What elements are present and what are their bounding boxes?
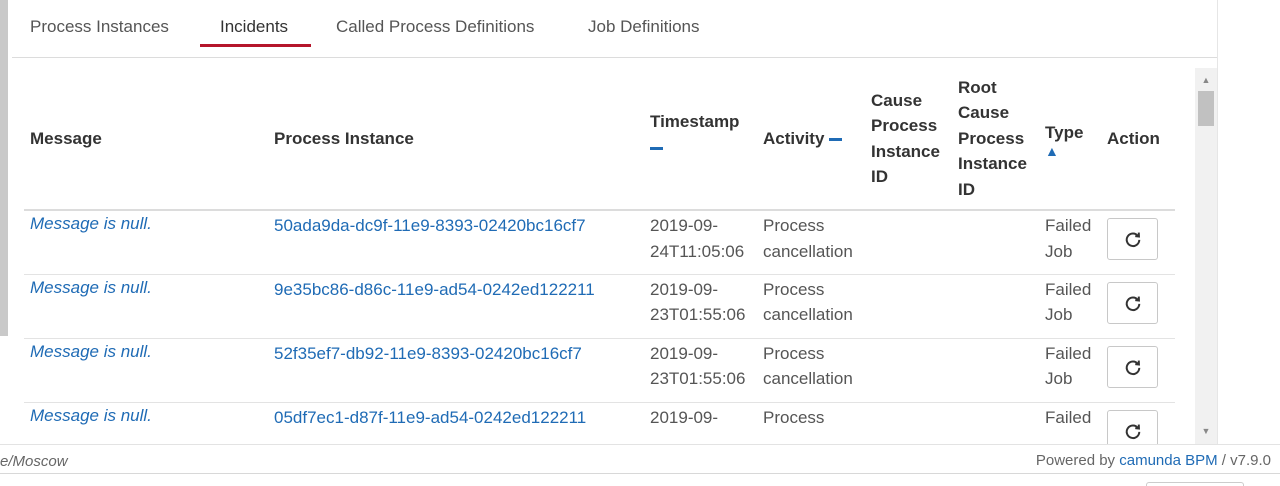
incident-message[interactable]: Message is null. [24, 274, 268, 339]
cause-process-instance-cell [865, 338, 952, 403]
footer-powered-by: Powered by camunda BPM / v7.9.0 [1035, 452, 1271, 469]
incidents-table-container: Message Process Instance Timestamp Activ… [12, 68, 1217, 444]
column-header-action: Action [1101, 68, 1175, 211]
type-cell: Failed Job [1039, 274, 1101, 339]
retry-button[interactable] [1107, 345, 1158, 388]
table-row: Message is null. 05df7ec1-d87f-11e9-ad54… [24, 402, 1175, 444]
process-instance-cell: 52f35ef7-db92-11e9-8393-02420bc16cf7 [268, 338, 644, 403]
refresh-icon [1125, 232, 1140, 248]
footer: e/Moscow Powered by camunda BPM / v7.9.0 [0, 444, 1280, 474]
scroll-up-arrow-icon[interactable]: ▲ [1200, 75, 1212, 85]
tab-bar: Process Instances Incidents Called Proce… [12, 0, 1217, 58]
root-cause-process-instance-cell [952, 274, 1039, 339]
tab-called-process-definitions[interactable]: Called Process Definitions [336, 17, 534, 37]
partial-button[interactable] [1146, 482, 1244, 486]
retry-button[interactable] [1107, 409, 1158, 444]
timestamp-cell: 2019-09- [644, 402, 757, 444]
sort-none-icon[interactable] [829, 137, 843, 141]
root-cause-process-instance-cell [952, 210, 1039, 275]
table-row: Message is null. 52f35ef7-db92-11e9-8393… [24, 338, 1175, 403]
content-right-border [1217, 0, 1218, 444]
activity-cell: Process cancellation [757, 274, 865, 339]
timestamp-cell: 2019-09- 23T01:55:06 [644, 338, 757, 403]
type-cell: Failed Job [1039, 210, 1101, 275]
process-instance-link[interactable]: 9e35bc86-d86c-11e9-ad54-0242ed122211 [274, 280, 595, 299]
process-instance-cell: 05df7ec1-d87f-11e9-ad54-0242ed122211 [268, 402, 644, 444]
column-header-message[interactable]: Message [24, 68, 268, 211]
process-instance-cell: 9e35bc86-d86c-11e9-ad54-0242ed122211 [268, 274, 644, 339]
cause-process-instance-cell [865, 274, 952, 339]
tab-process-instances[interactable]: Process Instances [30, 17, 169, 37]
incident-message[interactable]: Message is null. [24, 338, 268, 403]
left-panel-edge [0, 0, 8, 336]
refresh-icon [1125, 359, 1140, 375]
footer-timezone: e/Moscow [0, 453, 68, 470]
process-instance-link[interactable]: 05df7ec1-d87f-11e9-ad54-0242ed122211 [274, 408, 586, 427]
table-row: Message is null. 50ada9da-dc9f-11e9-8393… [24, 210, 1175, 275]
table-header-row: Message Process Instance Timestamp Activ… [24, 68, 1175, 211]
incident-message[interactable]: Message is null. [24, 402, 268, 444]
incidents-table: Message Process Instance Timestamp Activ… [24, 68, 1175, 444]
process-instance-cell: 50ada9da-dc9f-11e9-8393-02420bc16cf7 [268, 210, 644, 275]
sort-ascending-icon[interactable]: ▲ [1045, 144, 1095, 158]
timestamp-cell: 2019-09- 24T11:05:06 [644, 210, 757, 275]
table-row: Message is null. 9e35bc86-d86c-11e9-ad54… [24, 274, 1175, 339]
column-header-timestamp[interactable]: Timestamp [644, 68, 757, 211]
action-cell [1101, 402, 1175, 444]
activity-cell: Process cancellation [757, 210, 865, 275]
activity-cell: Process [757, 402, 865, 444]
timestamp-cell: 2019-09- 23T01:55:06 [644, 274, 757, 339]
scroll-down-arrow-icon[interactable]: ▼ [1200, 426, 1212, 436]
type-cell: Failed Job [1039, 338, 1101, 403]
tab-job-definitions[interactable]: Job Definitions [588, 17, 700, 37]
active-tab-indicator [200, 44, 311, 47]
column-header-cause-process-instance-id: Cause Process Instance ID [865, 68, 952, 211]
column-header-activity[interactable]: Activity [757, 68, 865, 211]
camunda-bpm-link[interactable]: camunda BPM [1119, 452, 1217, 469]
page: Process Instances Incidents Called Proce… [0, 0, 1280, 486]
action-cell [1101, 274, 1175, 339]
refresh-icon [1125, 423, 1140, 439]
retry-button[interactable] [1107, 218, 1158, 260]
action-cell [1101, 338, 1175, 403]
action-cell [1101, 210, 1175, 275]
type-cell: Failed [1039, 402, 1101, 444]
footer-version: / v7.9.0 [1221, 452, 1271, 469]
column-header-process-instance[interactable]: Process Instance [268, 68, 644, 211]
root-cause-process-instance-cell [952, 338, 1039, 403]
incident-message[interactable]: Message is null. [24, 210, 268, 275]
scrollbar-thumb[interactable] [1198, 91, 1214, 126]
column-header-root-cause-process-instance-id: Root Cause Process Instance ID [952, 68, 1039, 211]
retry-button[interactable] [1107, 281, 1158, 324]
activity-cell: Process cancellation [757, 338, 865, 403]
tab-incidents[interactable]: Incidents [220, 17, 288, 37]
process-instance-link[interactable]: 52f35ef7-db92-11e9-8393-02420bc16cf7 [274, 344, 582, 363]
sort-none-icon[interactable] [650, 146, 663, 150]
column-header-type[interactable]: Type ▲ [1039, 68, 1101, 211]
cause-process-instance-cell [865, 402, 952, 444]
refresh-icon [1125, 295, 1140, 311]
root-cause-process-instance-cell [952, 402, 1039, 444]
cause-process-instance-cell [865, 210, 952, 275]
process-instance-link[interactable]: 50ada9da-dc9f-11e9-8393-02420bc16cf7 [274, 216, 586, 235]
